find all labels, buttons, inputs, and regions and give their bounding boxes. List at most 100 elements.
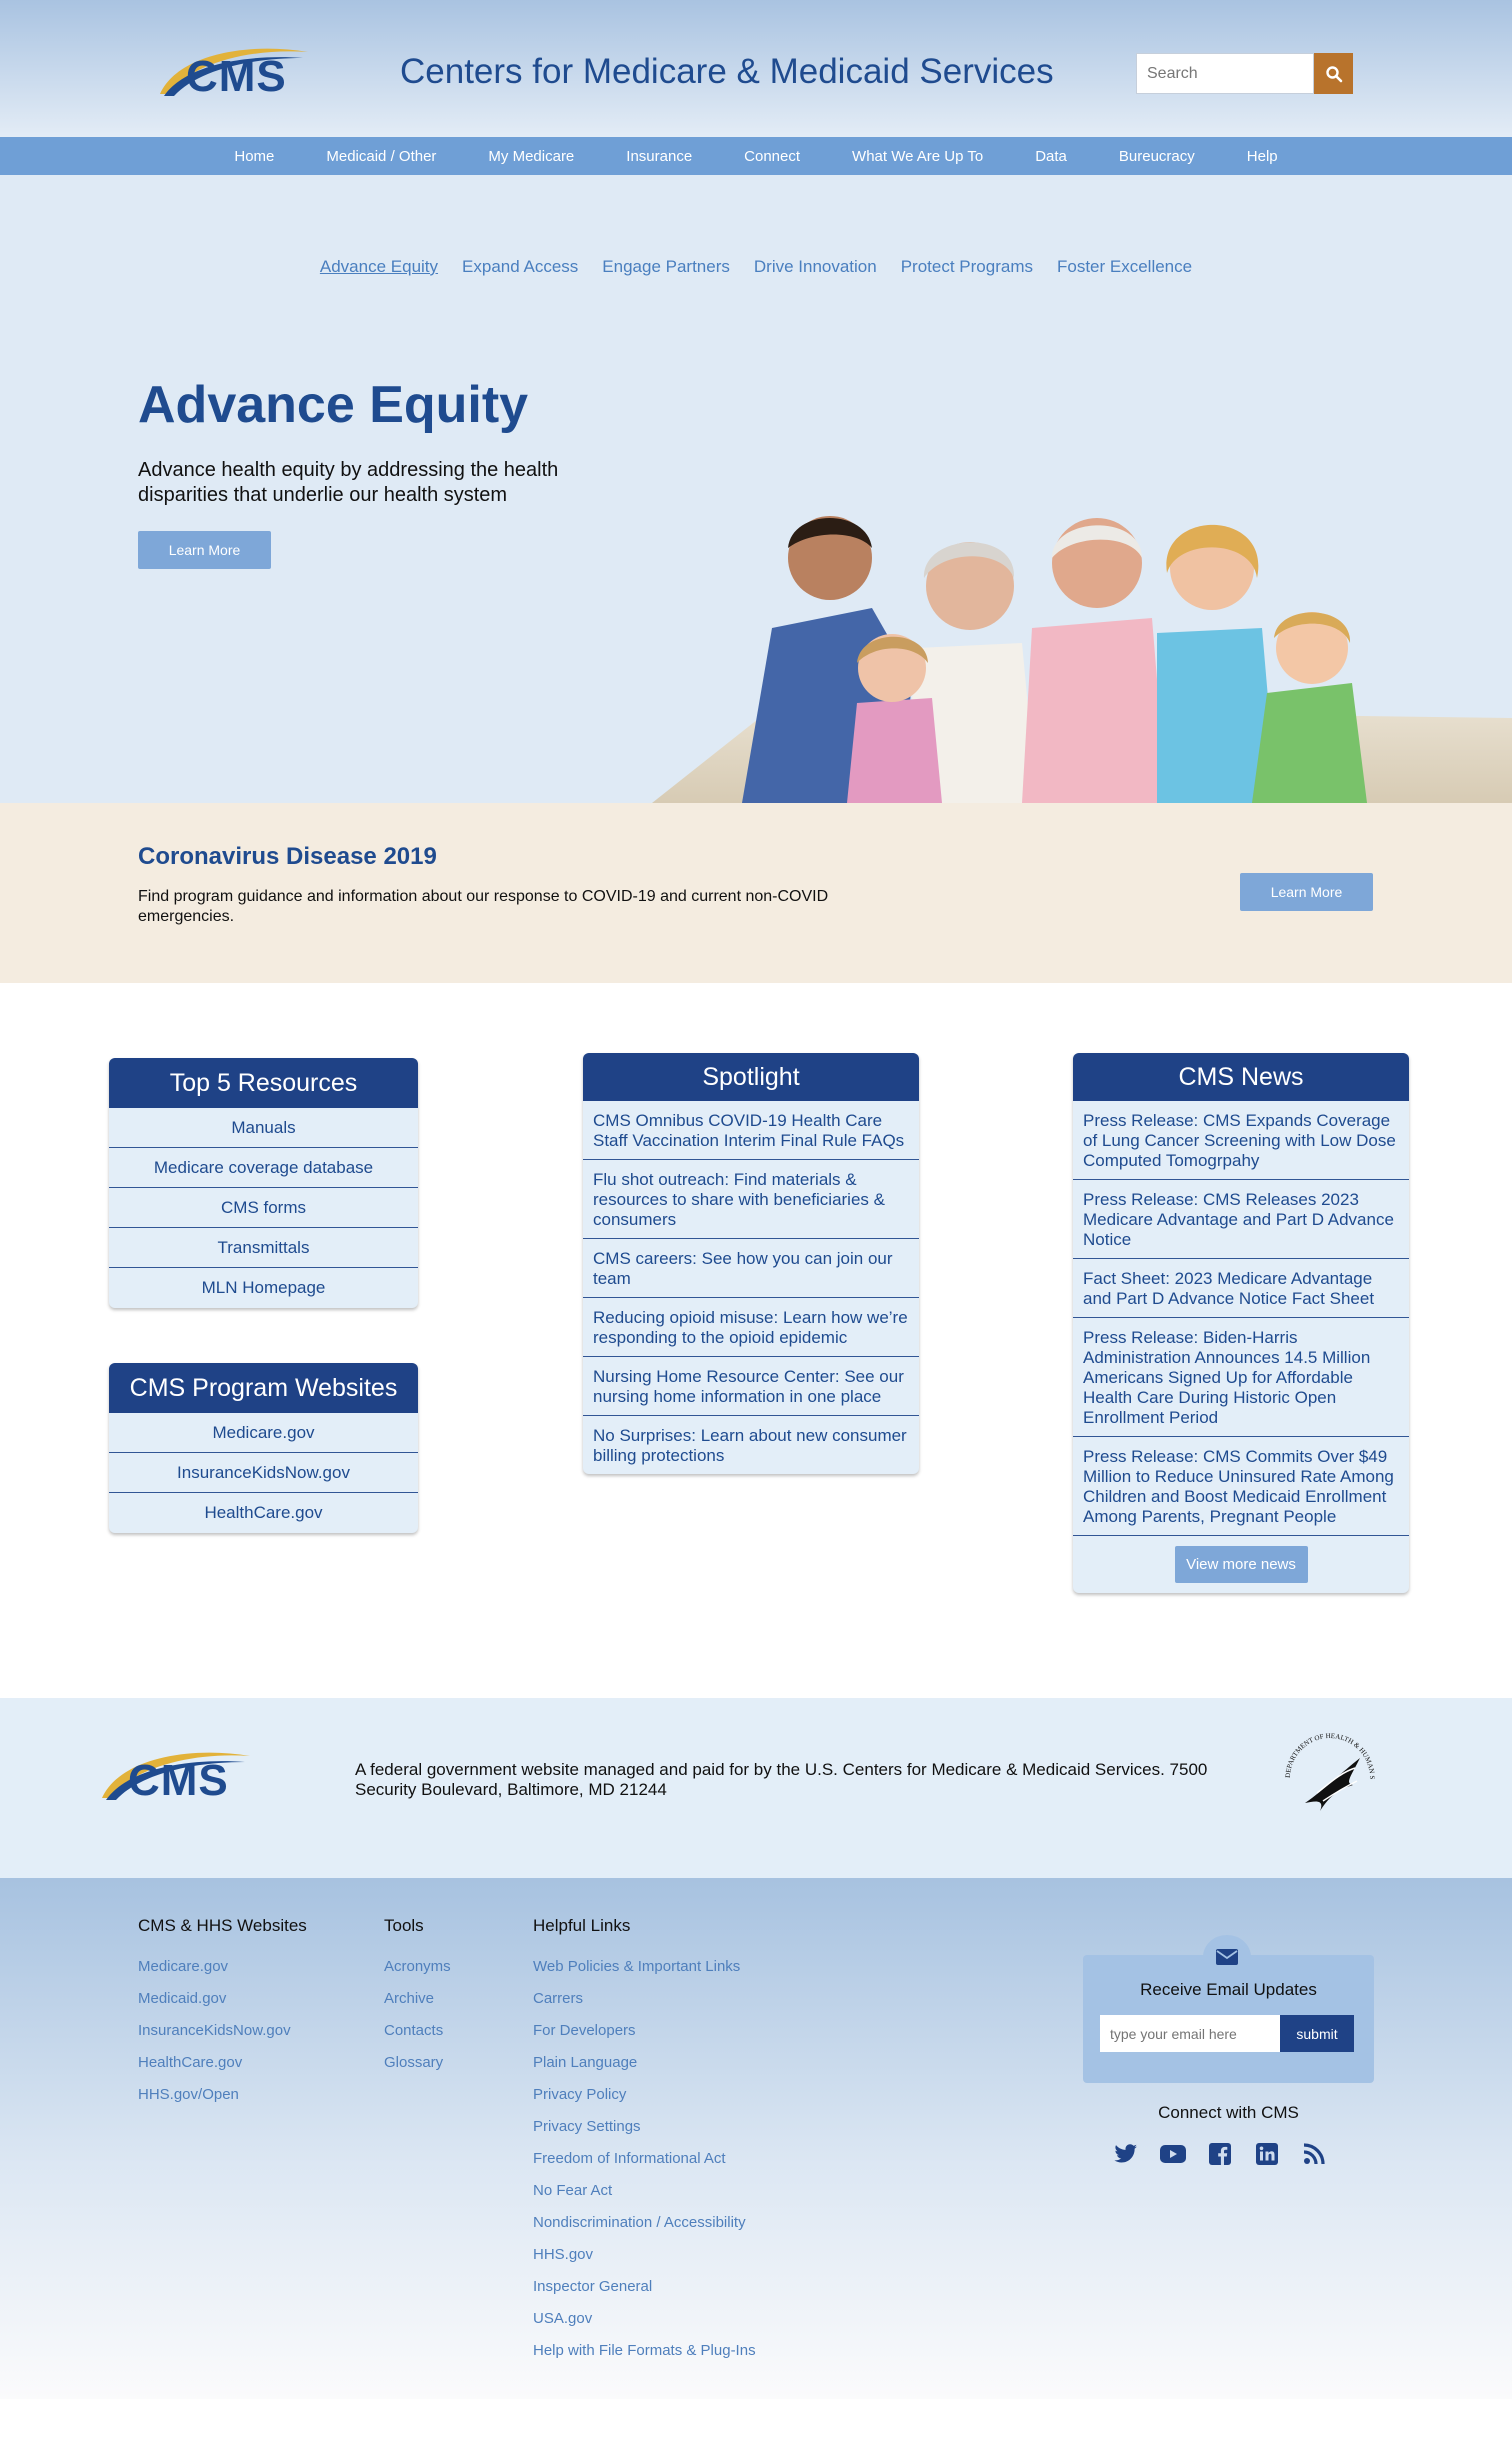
resource-link[interactable]: MLN Homepage [109,1268,418,1308]
search-bar [1136,53,1353,94]
cms-logo[interactable]: CMS [158,42,318,101]
footer-column-title: Helpful Links [533,1916,631,1935]
view-more-news-button[interactable]: View more news [1174,1546,1308,1583]
footer-column-websites: CMS & HHS Websites Medicare.gov Medicaid… [138,1916,307,2118]
resource-link[interactable]: Transmittals [109,1228,418,1268]
footer-link[interactable]: InsuranceKidsNow.gov [138,2022,307,2054]
resource-link[interactable]: Manuals [109,1108,418,1148]
tab-protect-programs[interactable]: Protect Programs [901,257,1033,277]
linkedin-icon[interactable] [1254,2141,1280,2167]
card-title: Spotlight [583,1053,919,1101]
program-site-link[interactable]: Medicare.gov [109,1413,418,1453]
seal-text: DEPARTMENT OF HEALTH & HUMAN SERVICES·US… [1275,1723,1376,1780]
social-links [1113,2141,1327,2167]
nav-insurance[interactable]: Insurance [626,148,692,165]
search-input[interactable] [1136,53,1314,94]
hhs-seal-icon: DEPARTMENT OF HEALTH & HUMAN SERVICES·US… [1275,1723,1376,1811]
footer-link[interactable]: HealthCare.gov [138,2054,307,2086]
hero-learn-more-button[interactable]: Learn More [138,531,271,569]
covid-banner: Coronavirus Disease 2019 Find program gu… [0,803,1512,983]
card-title: CMS Program Websites [109,1363,418,1413]
program-site-link[interactable]: InsuranceKidsNow.gov [109,1453,418,1493]
spotlight-link[interactable]: CMS Omnibus COVID-19 Health Care Staff V… [583,1101,919,1160]
email-signup: Receive Email Updates submit [1083,1935,1374,2083]
footer-link[interactable]: Archive [384,1990,451,2022]
covid-description: Find program guidance and information ab… [138,888,829,925]
nav-home[interactable]: Home [234,148,274,165]
news-link[interactable]: Press Release: CMS Commits Over $49 Mill… [1073,1437,1409,1536]
footer-link[interactable]: Medicare.gov [138,1958,307,1990]
email-field[interactable] [1100,2015,1280,2052]
footer-link[interactable]: Plain Language [533,2054,756,2086]
nav-what-we-are-up-to[interactable]: What We Are Up To [852,148,983,165]
footer-link[interactable]: For Developers [533,2022,756,2054]
email-signup-title: Receive Email Updates [1140,1980,1317,1999]
footer-link[interactable]: Contacts [384,2022,451,2054]
nav-bureucracy[interactable]: Bureucracy [1119,148,1195,165]
content-section: Top 5 Resources Manuals Medicare coverag… [0,983,1512,1698]
footer-link[interactable]: HHS.gov/Open [138,2086,307,2118]
spotlight-link[interactable]: Reducing opioid misuse: Learn how we’re … [583,1298,919,1357]
spotlight-card: Spotlight CMS Omnibus COVID-19 Health Ca… [583,1053,919,1474]
spotlight-link[interactable]: Nursing Home Resource Center: See our nu… [583,1357,919,1416]
logo-text: CMS [186,52,287,101]
tab-advance-equity[interactable]: Advance Equity [320,257,438,277]
youtube-icon[interactable] [1160,2141,1186,2167]
hero-title: Advance Equity [138,376,529,434]
footer-identity: CMS A federal government website managed… [0,1698,1512,1878]
footer-link[interactable]: Help with File Formats & Plug-Ins [533,2342,756,2374]
footer-link[interactable]: Inspector General [533,2278,756,2310]
footer-link[interactable]: Privacy Policy [533,2086,756,2118]
footer-link[interactable]: Acronyms [384,1958,451,1990]
spotlight-link[interactable]: Flu shot outreach: Find materials & reso… [583,1160,919,1239]
svg-text:DEPARTMENT OF HEALTH & HUMAN S: DEPARTMENT OF HEALTH & HUMAN SERVICES·US… [1275,1723,1376,1780]
site-title[interactable]: Centers for Medicare & Medicaid Services [400,52,1054,92]
footer-column-helpful-links: Helpful Links Web Policies & Important L… [533,1916,756,2374]
covid-title[interactable]: Coronavirus Disease 2019 [138,843,437,871]
rss-icon[interactable] [1301,2141,1327,2167]
footer-link[interactable]: Medicaid.gov [138,1990,307,2022]
resource-link[interactable]: Medicare coverage database [109,1148,418,1188]
news-link[interactable]: Fact Sheet: 2023 Medicare Advantage and … [1073,1259,1409,1318]
card-title: CMS News [1073,1053,1409,1101]
facebook-icon[interactable] [1207,2141,1233,2167]
footer-link[interactable]: Freedom of Informational Act [533,2150,756,2182]
twitter-icon[interactable] [1113,2141,1139,2167]
cms-news-card: CMS News Press Release: CMS Expands Cove… [1073,1053,1409,1593]
footer-link[interactable]: HHS.gov [533,2246,756,2278]
tab-drive-innovation[interactable]: Drive Innovation [754,257,877,277]
footer-link[interactable]: USA.gov [533,2310,756,2342]
resource-link[interactable]: CMS forms [109,1188,418,1228]
news-link[interactable]: Press Release: Biden-Harris Administrati… [1073,1318,1409,1437]
spotlight-link[interactable]: No Surprises: Learn about new consumer b… [583,1416,919,1474]
footer-column-title: CMS & HHS Websites [138,1916,307,1935]
search-icon [1325,65,1342,82]
footer-link[interactable]: Glossary [384,2054,451,2086]
tab-expand-access[interactable]: Expand Access [462,257,578,277]
nav-data[interactable]: Data [1035,148,1067,165]
footer-link[interactable]: Nondiscrimination / Accessibility [533,2214,756,2246]
main-nav: Home Medicaid / Other My Medicare Insura… [0,137,1512,175]
connect-title: Connect with CMS [1158,2103,1299,2122]
tab-foster-excellence[interactable]: Foster Excellence [1057,257,1192,277]
nav-my-medicare[interactable]: My Medicare [488,148,574,165]
nav-connect[interactable]: Connect [744,148,800,165]
program-site-link[interactable]: HealthCare.gov [109,1493,418,1533]
search-button[interactable] [1314,53,1353,94]
news-link[interactable]: Press Release: CMS Expands Coverage of L… [1073,1101,1409,1180]
nav-help[interactable]: Help [1247,148,1278,165]
footer-link[interactable]: Privacy Settings [533,2118,756,2150]
footer-link[interactable]: Web Policies & Important Links [533,1958,756,1990]
news-link[interactable]: Press Release: CMS Releases 2023 Medicar… [1073,1180,1409,1259]
footer-link[interactable]: No Fear Act [533,2182,756,2214]
nav-medicaid[interactable]: Medicaid / Other [326,148,436,165]
program-websites-card: CMS Program Websites Medicare.gov Insura… [109,1363,418,1533]
tab-engage-partners[interactable]: Engage Partners [602,257,730,277]
footer-cms-logo[interactable]: CMS [100,1746,260,1805]
email-submit-button[interactable]: submit [1280,2015,1354,2052]
covid-learn-more-button[interactable]: Learn More [1240,873,1373,911]
footer-column-title: Tools [384,1916,424,1935]
footer-link[interactable]: Carrers [533,1990,756,2022]
card-title: Top 5 Resources [109,1058,418,1108]
spotlight-link[interactable]: CMS careers: See how you can join our te… [583,1239,919,1298]
